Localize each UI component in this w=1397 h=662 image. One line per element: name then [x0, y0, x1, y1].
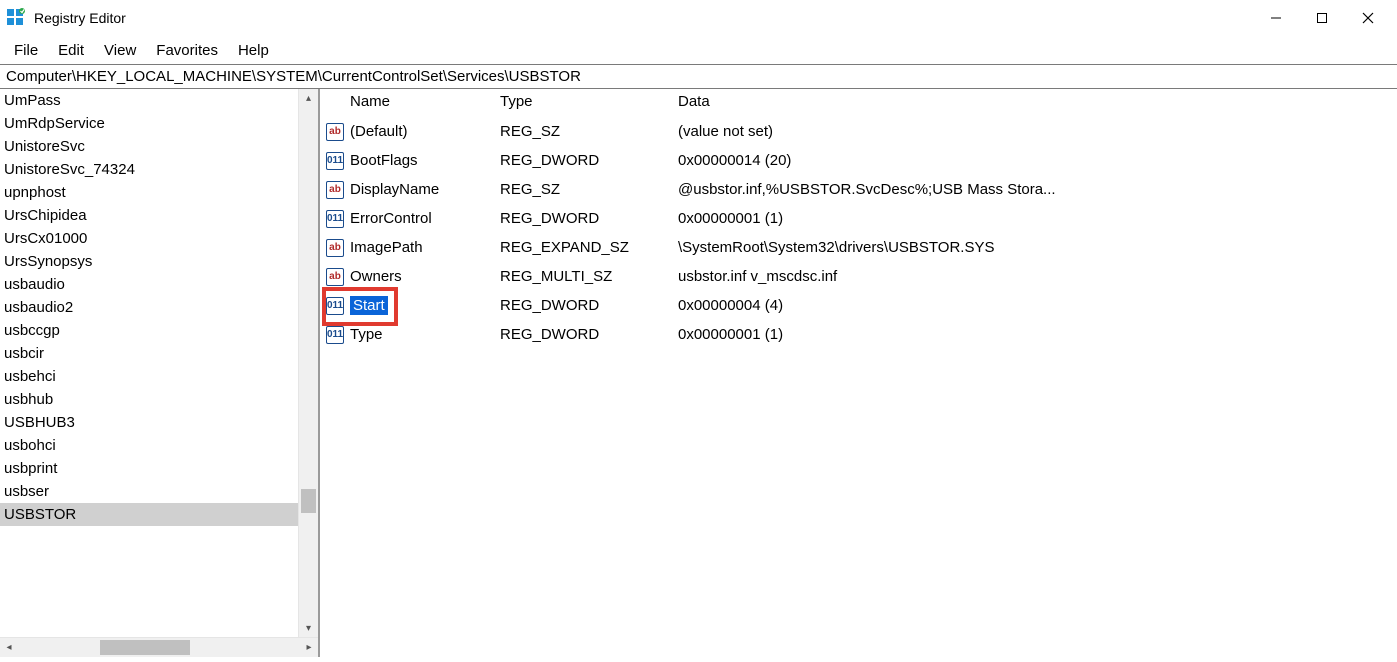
value-row[interactable]: ab Owners REG_MULTI_SZusbstor.inf v_mscdsc… — [320, 262, 1397, 291]
binary-value-icon: 011 — [326, 152, 344, 170]
tree-item[interactable]: UrsSynopsys — [0, 250, 298, 273]
menu-file[interactable]: File — [4, 40, 48, 61]
value-name: Type — [350, 326, 383, 343]
tree-item[interactable]: usbohci — [0, 434, 298, 457]
column-header-type[interactable]: Type — [500, 93, 678, 110]
value-name: ImagePath — [350, 239, 423, 256]
values-header[interactable]: Name Type Data — [320, 89, 1397, 117]
hscroll-thumb[interactable] — [100, 640, 190, 655]
tree-item[interactable]: UmRdpService — [0, 112, 298, 135]
tree-item[interactable]: UmPass — [0, 89, 298, 112]
tree-item[interactable]: UnistoreSvc_74324 — [0, 158, 298, 181]
scroll-up-icon[interactable]: ▴ — [299, 89, 318, 107]
value-name: (Default) — [350, 123, 408, 140]
binary-value-icon: 011 — [326, 210, 344, 228]
value-data: \SystemRoot\System32\drivers\USBSTOR.SYS — [678, 239, 1397, 256]
value-row[interactable]: 011 BootFlags REG_DWORD0x00000014 (20) — [320, 146, 1397, 175]
value-data: @usbstor.inf,%USBSTOR.SvcDesc%;USB Mass … — [678, 181, 1397, 198]
tree-item[interactable]: UrsChipidea — [0, 204, 298, 227]
value-data: usbstor.inf v_mscdsc.inf — [678, 268, 1397, 285]
column-header-data[interactable]: Data — [678, 93, 1397, 110]
menu-view[interactable]: View — [94, 40, 146, 61]
value-name: Owners — [350, 268, 402, 285]
value-row[interactable]: 011 Start REG_DWORD0x00000004 (4) — [320, 291, 1397, 320]
tree-list[interactable]: UmPassUmRdpServiceUnistoreSvcUnistoreSvc… — [0, 89, 298, 637]
tree-item[interactable]: upnphost — [0, 181, 298, 204]
tree-item[interactable]: usbser — [0, 480, 298, 503]
tree-item[interactable]: usbhub — [0, 388, 298, 411]
tree-vertical-scrollbar[interactable]: ▴ ▾ — [298, 89, 318, 637]
titlebar[interactable]: Registry Editor — [0, 0, 1397, 36]
value-type: REG_SZ — [500, 123, 678, 140]
value-data: 0x00000014 (20) — [678, 152, 1397, 169]
address-bar[interactable]: Computer\HKEY_LOCAL_MACHINE\SYSTEM\Curre… — [0, 64, 1397, 89]
binary-value-icon: 011 — [326, 326, 344, 344]
binary-value-icon: 011 — [326, 297, 344, 315]
value-row[interactable]: ab (Default) REG_SZ(value not set) — [320, 117, 1397, 146]
value-type: REG_SZ — [500, 181, 678, 198]
values-body[interactable]: ab(Default)REG_SZ(value not set)011BootF… — [320, 117, 1397, 657]
regedit-icon — [6, 8, 26, 28]
string-value-icon: ab — [326, 181, 344, 199]
menu-favorites[interactable]: Favorites — [146, 40, 228, 61]
value-data: 0x00000004 (4) — [678, 297, 1397, 314]
string-value-icon: ab — [326, 123, 344, 141]
value-row[interactable]: ab DisplayName REG_SZ@usbstor.inf,%USBSTOR… — [320, 175, 1397, 204]
value-type: REG_DWORD — [500, 297, 678, 314]
tree-horizontal-scrollbar[interactable]: ◂ ▸ — [0, 637, 318, 657]
close-button[interactable] — [1345, 2, 1391, 34]
value-row[interactable]: 011 Type REG_DWORD0x00000001 (1) — [320, 320, 1397, 349]
tree-item[interactable]: usbcir — [0, 342, 298, 365]
tree-item[interactable]: UnistoreSvc — [0, 135, 298, 158]
value-row[interactable]: ab ImagePath REG_EXPAND_SZ\SystemRoot\Syst… — [320, 233, 1397, 262]
string-value-icon: ab — [326, 268, 344, 286]
value-type: REG_EXPAND_SZ — [500, 239, 678, 256]
value-type: REG_DWORD — [500, 210, 678, 227]
scroll-right-icon[interactable]: ▸ — [300, 638, 318, 657]
values-pane: Name Type Data ab(Default)REG_SZ(value n… — [320, 89, 1397, 657]
scroll-thumb[interactable] — [301, 489, 316, 513]
tree-item[interactable]: usbprint — [0, 457, 298, 480]
tree-item[interactable]: UrsCx01000 — [0, 227, 298, 250]
value-name: BootFlags — [350, 152, 418, 169]
scroll-left-icon[interactable]: ◂ — [0, 638, 18, 657]
scroll-down-icon[interactable]: ▾ — [299, 619, 318, 637]
window-controls — [1253, 2, 1391, 34]
value-type: REG_DWORD — [500, 152, 678, 169]
tree-item[interactable]: usbehci — [0, 365, 298, 388]
tree-item[interactable]: usbaudio2 — [0, 296, 298, 319]
tree-item[interactable]: USBHUB3 — [0, 411, 298, 434]
value-name: ErrorControl — [350, 210, 432, 227]
tree-item[interactable]: usbccgp — [0, 319, 298, 342]
value-data: 0x00000001 (1) — [678, 326, 1397, 343]
column-header-name[interactable]: Name — [350, 93, 500, 110]
main-split: UmPassUmRdpServiceUnistoreSvcUnistoreSvc… — [0, 89, 1397, 657]
menubar: File Edit View Favorites Help — [0, 36, 1397, 64]
value-row[interactable]: 011 ErrorControl REG_DWORD0x00000001 (1) — [320, 204, 1397, 233]
value-data: 0x00000001 (1) — [678, 210, 1397, 227]
value-name: Start — [350, 296, 388, 315]
window-title: Registry Editor — [34, 10, 126, 26]
string-value-icon: ab — [326, 239, 344, 257]
minimize-button[interactable] — [1253, 2, 1299, 34]
tree-item[interactable]: usbaudio — [0, 273, 298, 296]
value-data: (value not set) — [678, 123, 1397, 140]
value-type: REG_MULTI_SZ — [500, 268, 678, 285]
value-type: REG_DWORD — [500, 326, 678, 343]
maximize-button[interactable] — [1299, 2, 1345, 34]
menu-edit[interactable]: Edit — [48, 40, 94, 61]
tree-pane: UmPassUmRdpServiceUnistoreSvcUnistoreSvc… — [0, 89, 320, 657]
tree-item[interactable]: USBSTOR — [0, 503, 298, 526]
menu-help[interactable]: Help — [228, 40, 279, 61]
value-name: DisplayName — [350, 181, 439, 198]
